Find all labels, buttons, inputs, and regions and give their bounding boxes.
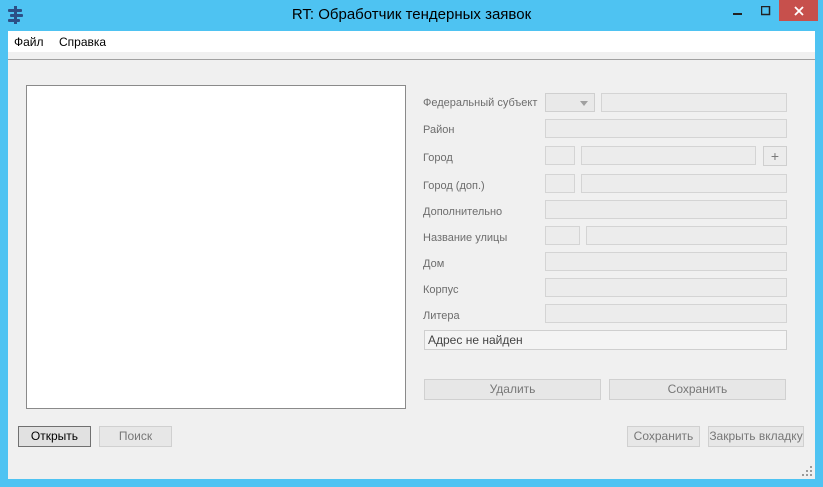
letter-label: Литера bbox=[423, 310, 460, 322]
street-type-input[interactable] bbox=[545, 226, 580, 245]
request-list[interactable] bbox=[26, 85, 406, 409]
save-button[interactable]: Сохранить bbox=[627, 426, 700, 447]
client-area: Файл Справка Федеральный субъект Район Г… bbox=[8, 31, 815, 479]
federal-subject-input[interactable] bbox=[601, 93, 787, 112]
letter-input[interactable] bbox=[545, 304, 787, 323]
city-extra-type-input[interactable] bbox=[545, 174, 575, 193]
menu-help[interactable]: Справка bbox=[59, 35, 106, 49]
street-label: Название улицы bbox=[423, 232, 508, 244]
federal-subject-label: Федеральный субъект bbox=[423, 97, 538, 109]
form-save-button[interactable]: Сохранить bbox=[609, 379, 786, 400]
district-label: Район bbox=[423, 124, 455, 136]
street-input[interactable] bbox=[586, 226, 787, 245]
close-icon bbox=[793, 5, 804, 16]
house-label: Дом bbox=[423, 258, 445, 270]
resize-grip-icon[interactable] bbox=[802, 466, 812, 476]
building-input[interactable] bbox=[545, 278, 787, 297]
city-label: Город bbox=[423, 152, 453, 164]
maximize-icon bbox=[761, 5, 771, 15]
district-input[interactable] bbox=[545, 119, 787, 138]
minimize-button[interactable] bbox=[724, 0, 752, 21]
address-status: Адрес не найден bbox=[424, 330, 787, 350]
additional-label: Дополнительно bbox=[423, 206, 503, 218]
additional-input[interactable] bbox=[545, 200, 787, 219]
add-city-button[interactable]: + bbox=[763, 146, 787, 166]
search-button[interactable]: Поиск bbox=[99, 426, 172, 447]
title-bar: RT: Обработчик тендерных заявок bbox=[0, 0, 823, 31]
city-extra-label: Город (доп.) bbox=[423, 180, 485, 192]
delete-button[interactable]: Удалить bbox=[424, 379, 601, 400]
chevron-down-icon bbox=[580, 101, 588, 106]
window-title: RT: Обработчик тендерных заявок bbox=[291, 6, 532, 23]
open-button[interactable]: Открыть bbox=[18, 426, 91, 447]
maximize-button[interactable] bbox=[752, 0, 780, 21]
city-input[interactable] bbox=[581, 146, 756, 165]
city-type-input[interactable] bbox=[545, 146, 575, 165]
minimize-icon bbox=[733, 12, 742, 15]
app-window: RT: Обработчик тендерных заявок Файл Спр… bbox=[0, 0, 823, 487]
close-tab-button[interactable]: Закрыть вкладку bbox=[708, 426, 804, 447]
building-label: Корпус bbox=[423, 284, 459, 296]
federal-subject-code-select[interactable] bbox=[545, 93, 595, 112]
close-button[interactable] bbox=[779, 0, 818, 21]
city-extra-input[interactable] bbox=[581, 174, 787, 193]
menu-bar: Файл Справка bbox=[8, 31, 815, 52]
menu-file[interactable]: Файл bbox=[14, 35, 44, 49]
house-input[interactable] bbox=[545, 252, 787, 271]
toolbar-separator bbox=[8, 59, 815, 60]
